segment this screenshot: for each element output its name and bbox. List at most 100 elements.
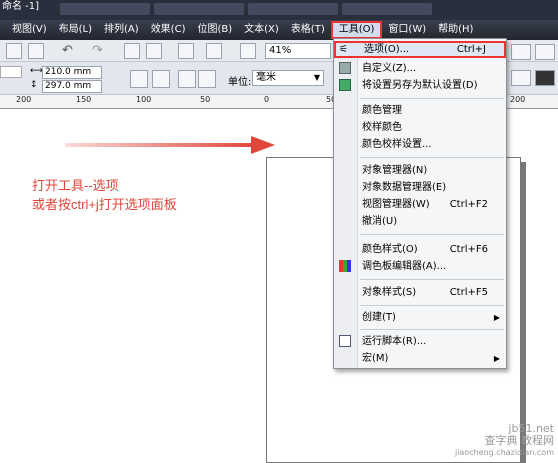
- chevron-down-icon: ▼: [313, 73, 320, 82]
- menu-item-shortcut: Ctrl+F6: [449, 244, 488, 255]
- menu-item-save-default[interactable]: 将设置另存为默认设置(D): [334, 77, 506, 94]
- menu-item-label: 将设置另存为默认设置(D): [362, 80, 478, 91]
- width-value: 210.0 mm: [45, 67, 92, 77]
- app-launcher-icon[interactable]: [240, 43, 256, 59]
- print-icon[interactable]: [206, 43, 222, 59]
- annotation-line-1: 打开工具--选项: [32, 178, 119, 193]
- menu-item-proof-settings[interactable]: 颜色校样设置...: [334, 136, 506, 153]
- ruler-tick: 50: [200, 95, 211, 104]
- undo-icon[interactable]: ↶: [62, 43, 78, 59]
- watermark-line-3: jiaocheng.chazidian.com: [454, 448, 554, 457]
- menu-separator: [360, 305, 504, 306]
- menu-item-label: 对象数据管理器(E): [362, 182, 447, 193]
- right-toolbar: [507, 40, 558, 95]
- ghost-tab[interactable]: [60, 3, 150, 15]
- current-page-button[interactable]: [198, 70, 216, 88]
- menu-item-color-management[interactable]: 颜色管理: [334, 102, 506, 119]
- ruler-tick: 100: [136, 95, 152, 104]
- menu-bar: 视图(V) 布局(L) 排列(A) 效果(C) 位图(B) 文本(X) 表格(T…: [0, 20, 558, 40]
- menu-item-label: 颜色校样设置...: [362, 139, 432, 150]
- landscape-button[interactable]: [152, 70, 170, 88]
- menu-item-object-styles[interactable]: 对象样式(S) Ctrl+F5: [334, 284, 506, 301]
- ruler-tick: 0: [264, 95, 270, 104]
- redo-icon[interactable]: ↷: [92, 43, 108, 59]
- ghost-tab[interactable]: [154, 3, 244, 15]
- menu-arrange[interactable]: 排列(A): [98, 21, 145, 39]
- height-field[interactable]: 297.0 mm: [42, 80, 102, 93]
- palette-icon: [339, 260, 351, 272]
- zoom-value: 41%: [269, 45, 292, 56]
- menu-item-macros[interactable]: 宏(M) ▶: [334, 350, 506, 367]
- menu-item-proof-colors[interactable]: 校样颜色: [334, 119, 506, 136]
- menu-item-label: 对象管理器(N): [362, 165, 428, 176]
- unit-label: 单位:: [228, 77, 252, 88]
- menu-item-view-manager[interactable]: 视图管理器(W) Ctrl+F2: [334, 196, 506, 213]
- nudge-icon[interactable]: [511, 70, 531, 86]
- menu-bitmaps[interactable]: 位图(B): [191, 21, 238, 39]
- menu-text[interactable]: 文本(X): [238, 21, 285, 39]
- menu-item-options[interactable]: ⚟ 选项(O)... Ctrl+J: [334, 41, 506, 58]
- options-icon[interactable]: [535, 44, 555, 60]
- red-arrow-icon: [65, 136, 275, 154]
- ghost-tab[interactable]: [248, 3, 338, 15]
- menu-item-label: 视图管理器(W): [362, 199, 430, 210]
- menu-item-label: 选项(O)...: [364, 44, 410, 55]
- submenu-arrow-icon: ▶: [493, 354, 500, 363]
- menu-item-create[interactable]: 创建(T) ▶: [334, 309, 506, 326]
- menu-item-label: 颜色样式(O): [362, 244, 418, 255]
- menu-item-label: 自定义(Z)...: [362, 63, 417, 74]
- menu-item-object-manager[interactable]: 对象管理器(N): [334, 162, 506, 179]
- new-icon[interactable]: [6, 43, 22, 59]
- watermark: jb51.net 查字典 教程网 jiaocheng.chazidian.com: [455, 423, 554, 459]
- ruler-tick: 200: [510, 95, 526, 104]
- menu-tools[interactable]: 工具(O): [330, 21, 383, 39]
- all-pages-button[interactable]: [178, 70, 196, 88]
- menu-item-shortcut: Ctrl+F5: [449, 287, 488, 298]
- menu-item-shortcut: Ctrl+F2: [449, 199, 488, 210]
- menu-item-object-data-manager[interactable]: 对象数据管理器(E): [334, 179, 506, 196]
- menu-layout[interactable]: 布局(L): [53, 21, 98, 39]
- menu-table[interactable]: 表格(T): [285, 21, 331, 39]
- menu-item-palette-editor[interactable]: 调色板编辑器(A)...: [334, 258, 506, 275]
- menu-separator: [360, 98, 504, 99]
- menu-item-label: 颜色管理: [362, 105, 402, 116]
- open-icon[interactable]: [28, 43, 44, 59]
- histogram-icon[interactable]: [535, 70, 555, 86]
- menu-item-label: 对象样式(S): [362, 287, 417, 298]
- title-bar: 命名 -1]: [0, 0, 558, 20]
- menu-separator: [360, 234, 504, 235]
- options-icon: ⚟: [339, 44, 348, 55]
- menu-item-shortcut: Ctrl+J: [456, 44, 486, 55]
- menu-window[interactable]: 窗口(W): [382, 21, 432, 39]
- instruction-annotation: 打开工具--选项 或者按ctrl+j打开选项面板: [32, 176, 177, 214]
- menu-item-undo[interactable]: 撤消(U): [334, 213, 506, 230]
- menu-help[interactable]: 帮助(H): [432, 21, 479, 39]
- ruler-tick: 150: [76, 95, 92, 104]
- width-icon: ⟷: [30, 66, 43, 76]
- export-icon[interactable]: [146, 43, 162, 59]
- snap-icon[interactable]: [511, 44, 531, 60]
- portrait-button[interactable]: [130, 70, 148, 88]
- menu-item-color-styles[interactable]: 颜色样式(O) Ctrl+F6: [334, 241, 506, 258]
- unit-select[interactable]: 毫米 ▼: [252, 70, 324, 86]
- page-shadow: [521, 162, 526, 463]
- menu-item-run-script[interactable]: 运行脚本(R)...: [334, 333, 506, 350]
- menu-item-label: 宏(M): [362, 353, 389, 364]
- customize-icon: [339, 62, 351, 74]
- width-field[interactable]: 210.0 mm: [42, 66, 102, 79]
- menu-item-label: 撤消(U): [362, 216, 398, 227]
- import-icon[interactable]: [124, 43, 140, 59]
- watermark-line-2: 查字典 教程网: [484, 434, 555, 447]
- zoom-select[interactable]: 41%: [265, 43, 331, 59]
- ghost-tab[interactable]: [342, 3, 432, 15]
- tools-menu-dropdown: ⚟ 选项(O)... Ctrl+J 自定义(Z)... 将设置另存为默认设置(D…: [333, 38, 507, 369]
- menu-item-label: 运行脚本(R)...: [362, 336, 427, 347]
- menu-view[interactable]: 视图(V): [6, 21, 53, 39]
- publish-icon[interactable]: [178, 43, 194, 59]
- menu-item-label: 创建(T): [362, 312, 396, 323]
- page-size-select[interactable]: [0, 66, 22, 78]
- menu-item-customize[interactable]: 自定义(Z)...: [334, 60, 506, 77]
- menu-separator: [360, 329, 504, 330]
- menu-effects[interactable]: 效果(C): [145, 21, 192, 39]
- unit-value: 毫米: [256, 72, 276, 83]
